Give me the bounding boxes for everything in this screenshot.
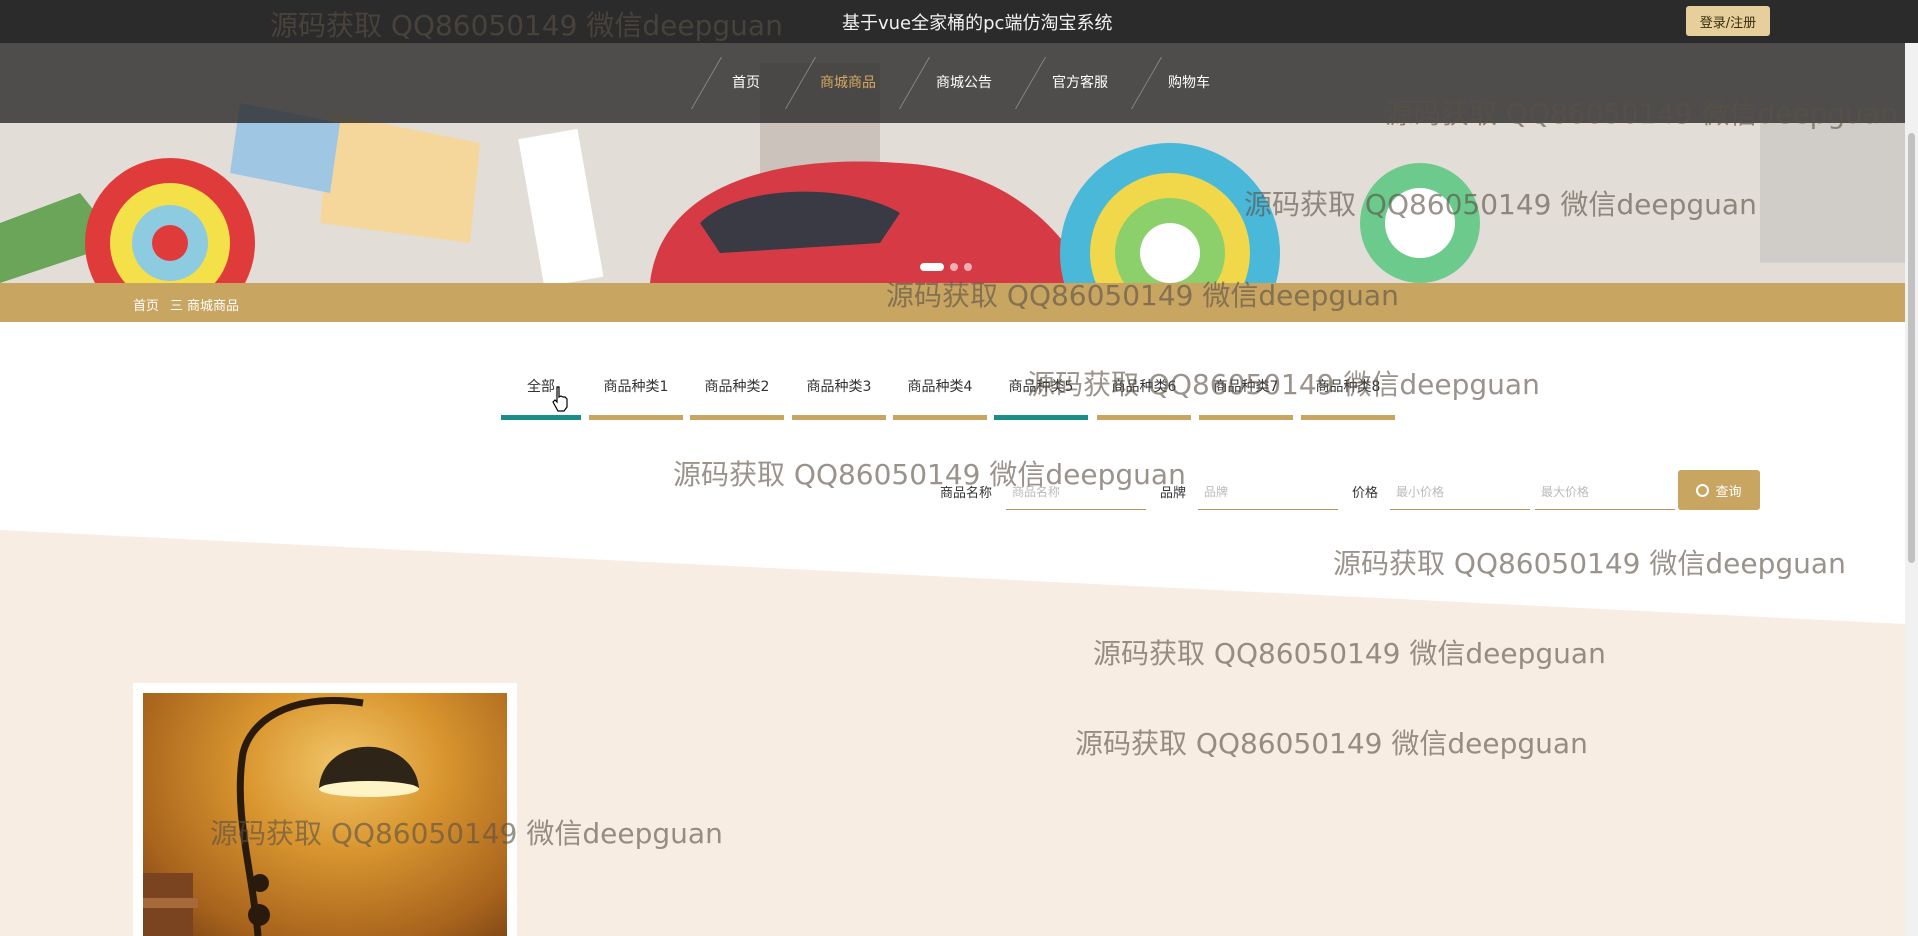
- carousel-dot[interactable]: [964, 263, 972, 271]
- nav-divider: [1014, 57, 1047, 109]
- tab-underline: [792, 415, 886, 420]
- nav-item-home[interactable]: 首页: [732, 43, 760, 123]
- nav-item-cart[interactable]: 购物车: [1168, 43, 1210, 123]
- tab-label: 商品种类2: [704, 379, 770, 395]
- tab-label: 商品种类1: [603, 379, 669, 395]
- breadcrumb: 首页 三 商城商品: [0, 283, 1905, 322]
- tab-label: 商品种类5: [1008, 379, 1074, 395]
- nav-item-products[interactable]: 商城商品: [820, 43, 876, 123]
- carousel-indicators: [920, 256, 978, 275]
- tab-label: 商品种类8: [1315, 379, 1381, 395]
- tab-label: 商品种类4: [907, 379, 973, 395]
- tab-label: 商品种类7: [1213, 379, 1279, 395]
- page-scrollbar[interactable]: [1905, 43, 1918, 936]
- watermark: 源码获取 QQ86050149 微信deepguan: [1333, 547, 1846, 580]
- nav-divider: [690, 57, 723, 109]
- tab-underline: [1097, 415, 1191, 420]
- tab-category-6[interactable]: 商品种类6: [1097, 366, 1191, 420]
- tab-label: 商品种类3: [806, 379, 872, 395]
- carousel-dot[interactable]: [920, 263, 944, 271]
- tab-underline: [1301, 415, 1395, 420]
- nav-divider: [898, 57, 931, 109]
- tab-category-2[interactable]: 商品种类2: [690, 366, 784, 420]
- min-price-input[interactable]: [1390, 474, 1530, 510]
- lamp-illustration: [143, 696, 419, 936]
- carousel-dot[interactable]: [950, 263, 958, 271]
- tab-category-1[interactable]: 商品种类1: [589, 366, 683, 420]
- product-card[interactable]: [133, 683, 517, 936]
- tab-underline: [893, 415, 987, 420]
- tab-category-7[interactable]: 商品种类7: [1199, 366, 1293, 420]
- price-label: 价格: [1352, 486, 1379, 501]
- tab-category-8[interactable]: 商品种类8: [1301, 366, 1395, 420]
- tab-category-5[interactable]: 商品种类5: [994, 366, 1088, 420]
- tab-underline: [589, 415, 683, 420]
- search-button-label: 查询: [1715, 484, 1742, 500]
- brand-label: 品牌: [1160, 486, 1187, 501]
- nav-divider: [1130, 57, 1163, 109]
- tab-underline: [501, 415, 581, 420]
- nav-divider: [784, 57, 817, 109]
- tab-category-3[interactable]: 商品种类3: [792, 366, 886, 420]
- tab-underline: [994, 415, 1088, 420]
- breadcrumb-home[interactable]: 首页: [133, 295, 159, 314]
- tab-category-4[interactable]: 商品种类4: [893, 366, 987, 420]
- tab-label: 商品种类6: [1111, 379, 1177, 395]
- nav-item-customer-service[interactable]: 官方客服: [1052, 43, 1108, 123]
- product-name-input[interactable]: [1006, 474, 1146, 510]
- brand-input[interactable]: [1198, 474, 1338, 510]
- tab-underline: [690, 415, 784, 420]
- breadcrumb-separator: 三: [170, 299, 184, 314]
- max-price-input[interactable]: [1535, 474, 1675, 510]
- hero-carousel[interactable]: 首页 商城商品 商城公告 官方客服 购物车: [0, 43, 1905, 283]
- product-name-label: 商品名称: [940, 486, 993, 501]
- search-button[interactable]: 查询: [1678, 470, 1760, 510]
- product-image[interactable]: [143, 693, 507, 936]
- tab-underline: [1199, 415, 1293, 420]
- tab-label: 全部: [527, 379, 555, 395]
- search-icon: [1696, 483, 1710, 497]
- hand-cursor-icon: [552, 386, 568, 412]
- nav-item-announcements[interactable]: 商城公告: [936, 43, 992, 123]
- login-register-button[interactable]: 登录/注册: [1686, 6, 1770, 36]
- main-nav: 首页 商城商品 商城公告 官方客服 购物车: [0, 43, 1905, 123]
- scrollbar-thumb[interactable]: [1908, 133, 1915, 563]
- breadcrumb-current: 商城商品: [187, 299, 240, 314]
- site-title: 基于vue全家桶的pc端仿淘宝系统: [842, 13, 1113, 34]
- top-bar: 基于vue全家桶的pc端仿淘宝系统 登录/注册: [0, 0, 1918, 43]
